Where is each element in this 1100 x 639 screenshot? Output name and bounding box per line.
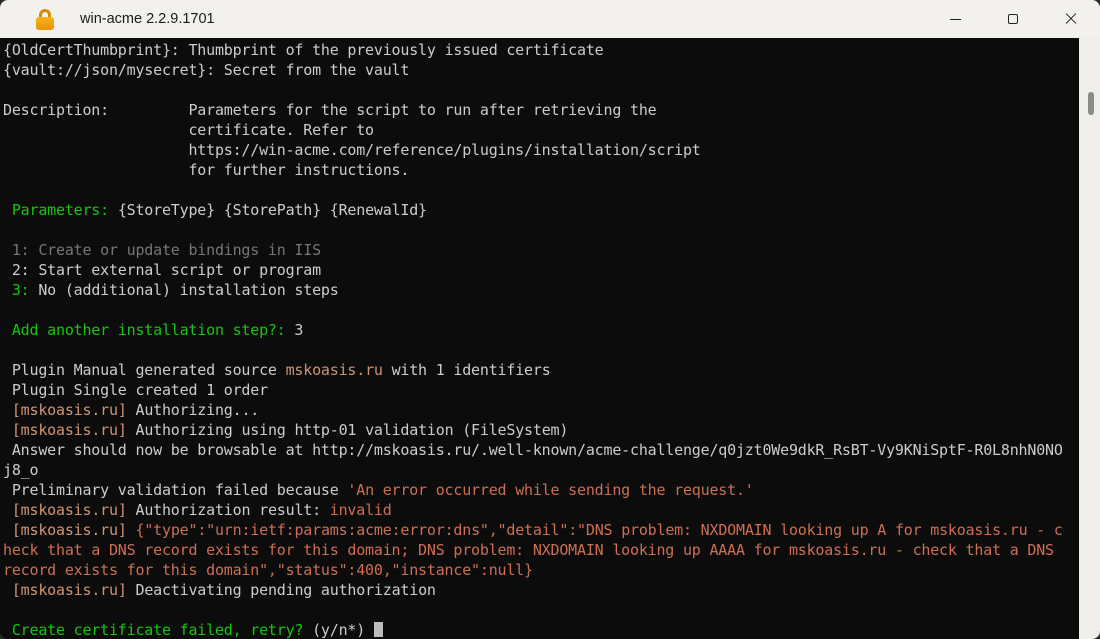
terminal-line: Create certificate failed, retry? (y/n*) xyxy=(3,620,1079,639)
maximize-button[interactable] xyxy=(984,0,1042,38)
terminal-cursor xyxy=(373,622,383,637)
lock-icon xyxy=(34,8,56,30)
close-icon xyxy=(1065,13,1077,25)
titlebar-left: win-acme 2.2.9.1701 xyxy=(0,8,215,30)
terminal-line: Answer should now be browsable at http:/… xyxy=(3,441,1063,459)
terminal-line: [mskoasis.ru] {"type":"urn:ietf:params:a… xyxy=(11,521,1063,539)
scrollbar-thumb[interactable] xyxy=(1088,92,1094,115)
terminal-line: Add another installation step?: 3 xyxy=(3,321,304,339)
terminal-line: https://win-acme.com/reference/plugins/i… xyxy=(3,141,701,159)
window-controls xyxy=(926,0,1100,38)
window-title: win-acme 2.2.9.1701 xyxy=(80,11,215,27)
terminal-line: Preliminary validation failed because 'A… xyxy=(3,481,754,499)
terminal-line: {vault://json/mysecret}: Secret from the… xyxy=(3,61,410,79)
app-window: win-acme 2.2.9.1701 {OldCertThumbprint}:… xyxy=(0,0,1100,639)
terminal-line: [mskoasis.ru] Authorizing using http-01 … xyxy=(11,421,569,439)
terminal-line: Parameters: {StoreType} {StorePath} {Ren… xyxy=(3,201,427,219)
terminal-line: j8_o xyxy=(3,461,39,479)
terminal-line: [mskoasis.ru] Authorization result: inva… xyxy=(11,501,392,519)
terminal-line: heck that a DNS record exists for this d… xyxy=(3,541,1063,559)
terminal-output[interactable]: {OldCertThumbprint}: Thumbprint of the p… xyxy=(0,38,1079,639)
terminal-line: [mskoasis.ru] Authorizing... xyxy=(11,401,260,419)
terminal-line: 3: No (additional) installation steps xyxy=(3,281,339,299)
terminal-line: {OldCertThumbprint}: Thumbprint of the p… xyxy=(3,41,604,59)
terminal-line: Plugin Manual generated source mskoasis.… xyxy=(3,361,551,379)
close-button[interactable] xyxy=(1042,0,1100,38)
terminal-line: certificate. Refer to xyxy=(3,121,374,139)
terminal-line: [mskoasis.ru] Deactivating pending autho… xyxy=(11,581,436,599)
minimize-button[interactable] xyxy=(926,0,984,38)
scrollbar[interactable] xyxy=(1079,38,1100,639)
terminal: {OldCertThumbprint}: Thumbprint of the p… xyxy=(0,38,1100,639)
terminal-line: Description: Parameters for the script t… xyxy=(3,101,657,119)
terminal-line: Plugin Single created 1 order xyxy=(3,381,268,399)
minimize-icon xyxy=(949,18,961,20)
terminal-line: 1: Create or update bindings in IIS xyxy=(3,241,321,259)
titlebar[interactable]: win-acme 2.2.9.1701 xyxy=(0,0,1100,38)
maximize-icon xyxy=(1008,14,1018,24)
terminal-line: record exists for this domain","status":… xyxy=(3,561,533,579)
terminal-line: for further instructions. xyxy=(3,161,410,179)
terminal-line: 2: Start external script or program xyxy=(3,261,321,279)
